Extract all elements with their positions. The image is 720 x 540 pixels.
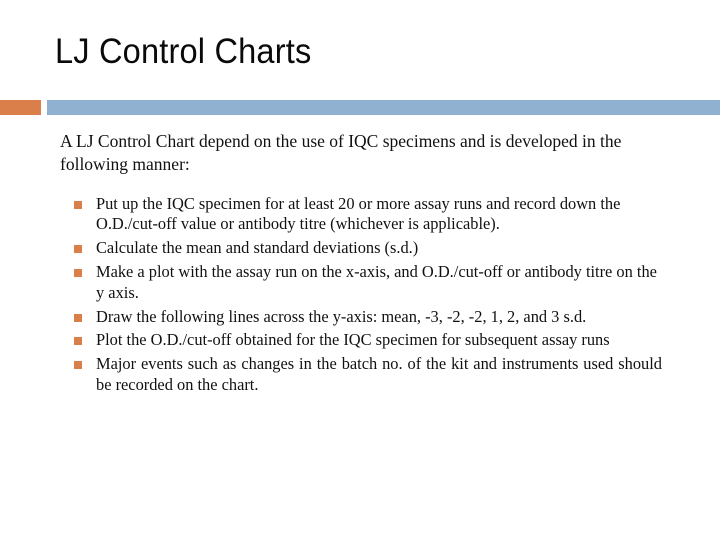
list-item-label: Put up the IQC specimen for at least 20 … — [96, 193, 621, 234]
square-bullet-icon — [74, 337, 82, 346]
list-item: Calculate the mean and standard deviatio… — [60, 238, 662, 259]
square-bullet-icon — [74, 245, 82, 254]
list-item: Make a plot with the assay run on the x-… — [60, 262, 662, 304]
square-bullet-icon — [74, 200, 82, 209]
list-item-label: Calculate the mean and standard deviatio… — [96, 238, 419, 258]
title-placeholder: LJ Control Charts — [55, 32, 695, 91]
list-item: Put up the IQC specimen for at least 20 … — [60, 194, 662, 236]
bullet-list: Put up the IQC specimen for at least 20 … — [60, 194, 662, 396]
square-bullet-icon — [74, 268, 82, 277]
body-placeholder: A LJ Control Chart depend on the use of … — [60, 130, 662, 399]
list-item-label: Draw the following lines across the y-ax… — [96, 306, 587, 326]
list-item-label: Plot the O.D./cut-off obtained for the I… — [96, 330, 610, 350]
intro-paragraph: A LJ Control Chart depend on the use of … — [60, 131, 622, 174]
list-item: Draw the following lines across the y-ax… — [60, 307, 662, 328]
list-item-label: Make a plot with the assay run on the x-… — [96, 261, 657, 302]
divider-accent-block — [0, 100, 41, 115]
list-item: Plot the O.D./cut-off obtained for the I… — [60, 330, 662, 351]
square-bullet-icon — [74, 361, 82, 370]
list-item: Major events such as changes in the batc… — [60, 354, 662, 396]
title-divider — [0, 100, 720, 115]
square-bullet-icon — [74, 313, 82, 322]
list-item-label: Major events such as changes in the batc… — [96, 354, 662, 395]
presentation-slide: LJ Control Charts A LJ Control Chart dep… — [0, 0, 720, 540]
page-title: LJ Control Charts — [55, 32, 312, 71]
divider-bar — [47, 100, 720, 115]
